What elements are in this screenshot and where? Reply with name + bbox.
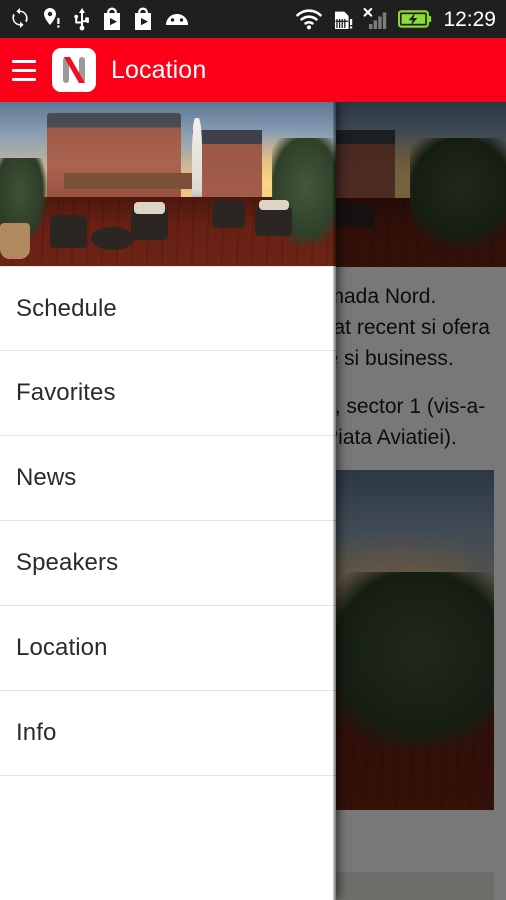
usb-icon (74, 8, 89, 31)
android-head-icon (166, 14, 188, 25)
play-store-icon-1 (104, 7, 120, 30)
drawer-item-info[interactable]: Info (0, 691, 336, 776)
location-alert-icon (44, 8, 60, 28)
drawer-item-schedule[interactable]: Schedule (0, 266, 336, 351)
app-bar: Location (0, 38, 506, 102)
drawer-item-location[interactable]: Location (0, 606, 336, 691)
no-signal-icon (363, 7, 387, 29)
hamburger-menu-icon[interactable] (0, 38, 46, 102)
drawer-item-label: News (16, 464, 77, 491)
wifi-icon (296, 9, 323, 30)
drawer-item-label: Speakers (16, 549, 119, 576)
drawer-empty-space (0, 776, 336, 896)
sim-card-alert-icon (335, 11, 353, 29)
sync-icon (12, 8, 28, 28)
status-bar-clock: 12:29 (443, 7, 496, 31)
drawer-item-news[interactable]: News (0, 436, 336, 521)
drawer-menu-list: Schedule Favorites News Speakers Locatio… (0, 266, 336, 776)
app-logo-icon (52, 48, 96, 92)
drawer-item-speakers[interactable]: Speakers (0, 521, 336, 606)
status-bar-left-icons (0, 7, 191, 31)
battery-charging-icon (398, 10, 432, 28)
phone-screen: Evenimentul are loc la Hotelul Ramada No… (0, 0, 506, 900)
status-bar: 12:29 (0, 0, 506, 38)
drawer-item-label: Favorites (16, 379, 116, 406)
drawer-item-favorites[interactable]: Favorites (0, 351, 336, 436)
drawer-edge-shadow (333, 102, 336, 900)
drawer-item-label: Info (16, 719, 57, 746)
drawer-header-image (0, 102, 336, 266)
status-bar-right-icons: 12:29 (295, 7, 506, 31)
page-title: Location (111, 55, 207, 84)
play-store-icon-2 (135, 7, 151, 30)
drawer-item-label: Schedule (16, 294, 117, 322)
navigation-drawer: Schedule Favorites News Speakers Locatio… (0, 102, 336, 900)
drawer-item-label: Location (16, 634, 108, 661)
